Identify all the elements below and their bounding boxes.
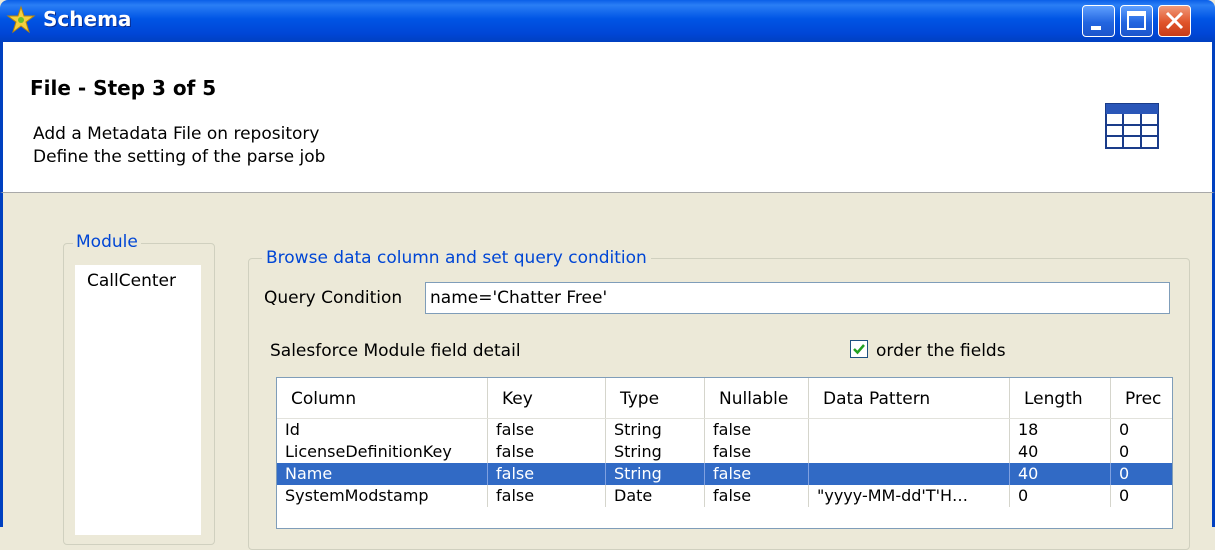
column-header-type[interactable]: Type [606, 378, 705, 418]
cell-data-pattern: "yyyy-MM-dd'T'H… [809, 485, 1010, 507]
order-fields-label: order the fields [876, 341, 1006, 361]
table-header: Column Key Type Nullable Data Pattern Le… [277, 378, 1172, 419]
cell-length: 40 [1010, 441, 1111, 463]
module-group-label: Module [73, 232, 141, 252]
cell-key: false [488, 441, 606, 463]
table-row-selected[interactable]: Name false String false 40 0 [277, 463, 1172, 485]
cell-length: 40 [1010, 463, 1111, 485]
step-title: File - Step 3 of 5 [30, 76, 217, 100]
module-item-callcenter[interactable]: CallCenter [87, 271, 176, 291]
cell-type: String [606, 463, 705, 485]
cell-data-pattern [809, 419, 1010, 441]
cell-data-pattern [809, 463, 1010, 485]
column-header-prec[interactable]: Prec [1111, 378, 1172, 418]
step-description-line2: Define the setting of the parse job [33, 147, 326, 167]
schema-star-icon [6, 5, 36, 34]
query-condition-input[interactable] [425, 282, 1170, 314]
cell-nullable: false [705, 441, 809, 463]
step-description-line1: Add a Metadata File on repository [33, 124, 320, 144]
title-bar[interactable]: Schema [0, 0, 1215, 42]
module-list[interactable]: CallCenter [75, 265, 201, 535]
order-fields-checkbox[interactable] [850, 340, 868, 358]
cell-length: 0 [1010, 485, 1111, 507]
column-header-nullable[interactable]: Nullable [705, 378, 809, 418]
window-title: Schema [43, 7, 132, 31]
table-row[interactable]: SystemModstamp false Date false "yyyy-MM… [277, 485, 1172, 507]
column-header-data-pattern[interactable]: Data Pattern [809, 378, 1010, 418]
cell-key: false [488, 419, 606, 441]
query-condition-label: Query Condition [264, 288, 403, 308]
cell-type: String [606, 441, 705, 463]
cell-prec: 0 [1111, 485, 1172, 507]
table-row[interactable]: Id false String false 18 0 [277, 419, 1172, 441]
field-detail-table[interactable]: Column Key Type Nullable Data Pattern Le… [276, 377, 1173, 529]
cell-prec: 0 [1111, 419, 1172, 441]
cell-key: false [488, 485, 606, 507]
table-row[interactable]: LicenseDefinitionKey false String false … [277, 441, 1172, 463]
cell-key: false [488, 463, 606, 485]
close-icon [1165, 11, 1184, 30]
table-icon [1105, 103, 1159, 149]
maximize-icon [1127, 11, 1146, 30]
column-header-key[interactable]: Key [488, 378, 606, 418]
cell-column: SystemModstamp [277, 485, 488, 507]
checkmark-icon [853, 344, 865, 355]
cell-type: Date [606, 485, 705, 507]
minimize-button[interactable] [1082, 5, 1115, 37]
cell-prec: 0 [1111, 463, 1172, 485]
cell-column: Id [277, 419, 488, 441]
maximize-button[interactable] [1120, 5, 1153, 37]
cell-nullable: false [705, 463, 809, 485]
cell-prec: 0 [1111, 441, 1172, 463]
cell-column: Name [277, 463, 488, 485]
cell-nullable: false [705, 485, 809, 507]
browse-group-label: Browse data column and set query conditi… [262, 248, 651, 268]
cell-column: LicenseDefinitionKey [277, 441, 488, 463]
close-button[interactable] [1158, 5, 1191, 37]
column-header-length[interactable]: Length [1010, 378, 1111, 418]
cell-type: String [606, 419, 705, 441]
column-header-column[interactable]: Column [277, 378, 488, 418]
cell-nullable: false [705, 419, 809, 441]
cell-data-pattern [809, 441, 1010, 463]
field-detail-label: Salesforce Module field detail [270, 341, 521, 361]
wizard-header [0, 42, 1215, 193]
cell-length: 18 [1010, 419, 1111, 441]
minimize-icon [1091, 26, 1101, 30]
